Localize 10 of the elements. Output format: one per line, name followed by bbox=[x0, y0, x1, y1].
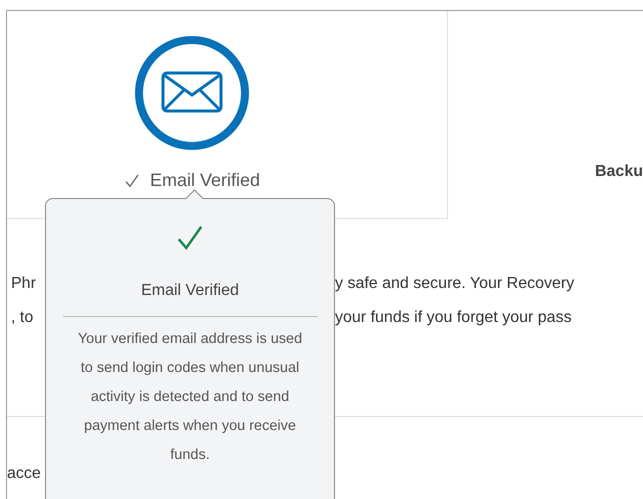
envelope-icon bbox=[134, 35, 250, 151]
paragraph-text: y safe and secure. Your Recovery bbox=[335, 275, 574, 293]
paragraph-text: Phr bbox=[10, 275, 36, 292]
tooltip-text: Your verified email address is used to send login codes when unusual activity is detected and to send payment alerts when you receive funds. bbox=[76, 330, 304, 465]
paragraph-text: , to bbox=[10, 309, 34, 326]
paragraph-text: your funds if you forget your pass bbox=[335, 309, 572, 327]
email-status-label: Email Verified bbox=[150, 170, 260, 191]
tooltip-title: Email Verified bbox=[141, 282, 239, 300]
section-text: acce bbox=[7, 465, 41, 482]
section-heading: Backu bbox=[594, 163, 643, 181]
